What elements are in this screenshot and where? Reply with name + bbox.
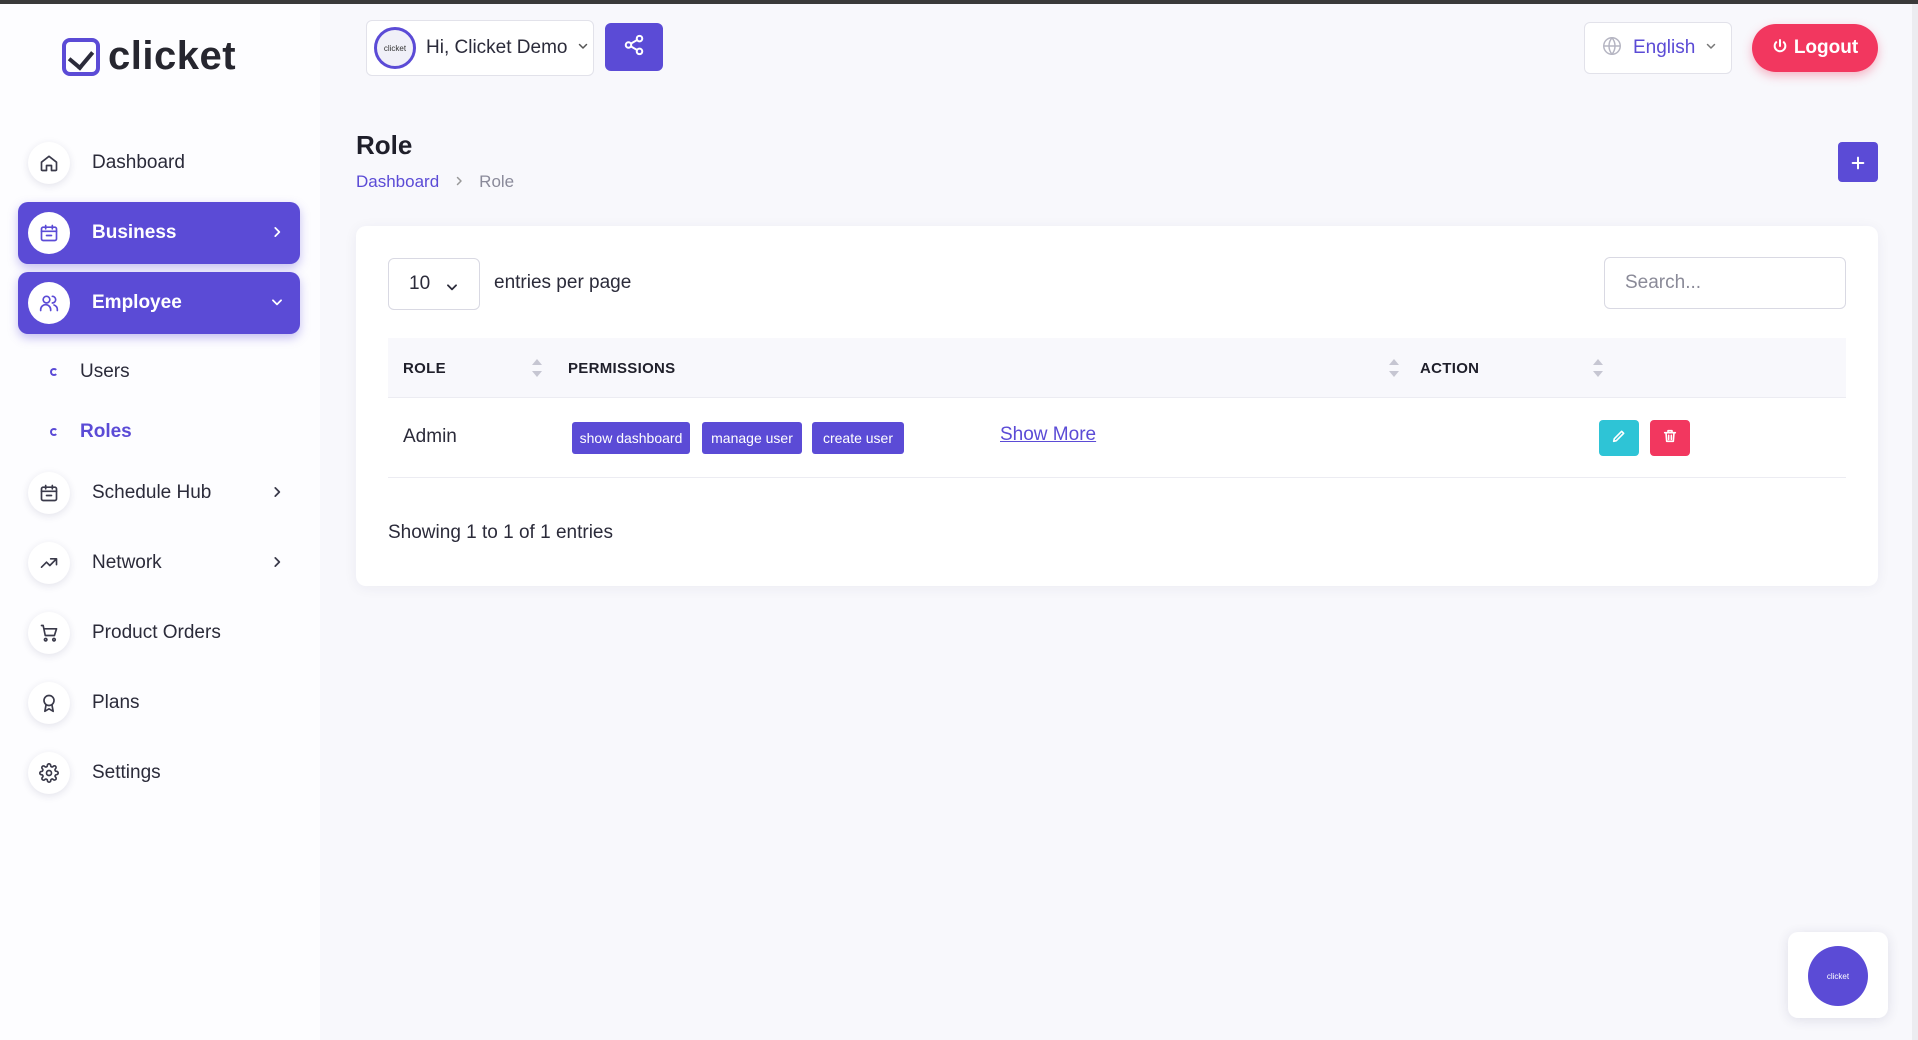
sidebar-item-label: Product Orders <box>92 622 221 643</box>
sidebar-item-label: Schedule Hub <box>92 482 212 503</box>
circle-bullet-icon <box>50 428 58 436</box>
sidebar-item-dashboard[interactable]: Dashboard <box>18 132 300 194</box>
globe-icon <box>1601 35 1623 62</box>
column-header-permissions[interactable]: PERMISSIONS <box>568 338 676 398</box>
cart-icon <box>28 612 70 654</box>
table-summary: Showing 1 to 1 of 1 entries <box>388 522 613 543</box>
trending-up-icon <box>28 542 70 584</box>
chevron-right-icon <box>453 172 465 192</box>
search-input[interactable] <box>1604 257 1846 309</box>
sidebar-item-product-orders[interactable]: Product Orders <box>18 602 300 664</box>
table-row: Admin show dashboard manage user create … <box>388 398 1846 478</box>
table-header: ROLE PERMISSIONS ACTION <box>388 338 1846 398</box>
sidebar-item-business[interactable]: Business <box>18 202 300 264</box>
delete-role-button[interactable] <box>1650 420 1690 456</box>
sidebar-item-schedule-hub[interactable]: Schedule Hub <box>18 462 300 524</box>
gear-icon <box>28 752 70 794</box>
scrollbar[interactable] <box>1912 4 1918 1040</box>
logout-label: Logout <box>1793 37 1859 58</box>
chevron-down-icon <box>270 295 284 314</box>
sidebar-item-label: Settings <box>92 762 161 783</box>
chevron-down-icon <box>445 278 459 300</box>
permission-badge: show dashboard <box>572 422 690 454</box>
pencil-icon <box>1611 428 1627 449</box>
sidebar-item-settings[interactable]: Settings <box>18 742 300 804</box>
sidebar-subitem-label: Roles <box>80 421 132 442</box>
award-icon <box>28 682 70 724</box>
chevron-right-icon <box>270 225 284 244</box>
language-dropdown[interactable]: English <box>1584 22 1732 74</box>
edit-role-button[interactable] <box>1599 420 1639 456</box>
add-role-button[interactable] <box>1838 142 1878 182</box>
column-header-role[interactable]: ROLE <box>403 338 446 398</box>
sidebar-nav: Dashboard Business Employee Users Roles … <box>18 132 300 812</box>
sidebar-item-label: Dashboard <box>92 152 185 173</box>
chevron-right-icon <box>270 485 284 504</box>
show-more-link[interactable]: Show More <box>1000 424 1096 446</box>
calendar-icon <box>28 472 70 514</box>
logout-button[interactable]: Logout <box>1752 24 1878 72</box>
sidebar: clicket Dashboard Business Employee User… <box>0 4 320 1040</box>
share-button[interactable] <box>605 23 663 71</box>
roles-card: 10 entries per page ROLE PERMISSIONS ACT… <box>356 226 1878 586</box>
chat-launcher-button[interactable]: clicket <box>1808 946 1868 1006</box>
breadcrumb-dashboard-link[interactable]: Dashboard <box>356 172 439 192</box>
plus-icon <box>1850 149 1866 175</box>
logo-text: clicket <box>108 34 237 78</box>
sidebar-item-employee[interactable]: Employee <box>18 272 300 334</box>
sidebar-item-label: Business <box>92 222 177 243</box>
permission-badge: manage user <box>702 422 802 454</box>
sidebar-subitem-label: Users <box>80 361 130 382</box>
sort-icon[interactable] <box>1593 359 1603 377</box>
sidebar-item-label: Network <box>92 552 162 573</box>
role-cell: Admin <box>403 426 457 447</box>
breadcrumb: Dashboard Role <box>356 172 514 192</box>
chevron-right-icon <box>270 555 284 574</box>
chat-widget: clicket <box>1788 932 1888 1018</box>
users-icon <box>28 282 70 324</box>
sort-icon[interactable] <box>532 359 542 377</box>
per-page-value: 10 <box>409 273 431 294</box>
sort-icon[interactable] <box>1389 359 1399 377</box>
sidebar-subitem-roles[interactable]: Roles <box>18 402 300 462</box>
chevron-down-icon <box>1705 39 1717 57</box>
page-title: Role <box>356 130 413 160</box>
sidebar-item-label: Plans <box>92 692 140 713</box>
circle-bullet-icon <box>50 368 58 376</box>
column-header-action[interactable]: ACTION <box>1420 338 1479 398</box>
sidebar-item-plans[interactable]: Plans <box>18 672 300 734</box>
sidebar-item-label: Employee <box>92 292 182 313</box>
language-label: English <box>1633 37 1696 58</box>
user-greeting: Hi, Clicket Demo <box>426 37 568 58</box>
avatar: clicket <box>374 27 416 69</box>
sidebar-item-network[interactable]: Network <box>18 532 300 594</box>
trash-icon <box>1662 428 1678 449</box>
user-menu-dropdown[interactable]: clicket Hi, Clicket Demo <box>366 20 594 76</box>
logo[interactable]: clicket <box>62 34 236 79</box>
calendar-icon <box>28 212 70 254</box>
sidebar-subitem-users[interactable]: Users <box>18 342 300 402</box>
breadcrumb-current: Role <box>479 172 515 191</box>
permission-badge: create user <box>812 422 904 454</box>
power-icon <box>1772 38 1788 59</box>
share-icon <box>623 34 645 61</box>
logo-check-icon <box>62 37 100 76</box>
entries-per-page-select[interactable]: 10 <box>388 258 480 310</box>
home-icon <box>28 142 70 184</box>
entries-per-page-label: entries per page <box>494 272 632 293</box>
chevron-down-icon <box>577 39 589 57</box>
